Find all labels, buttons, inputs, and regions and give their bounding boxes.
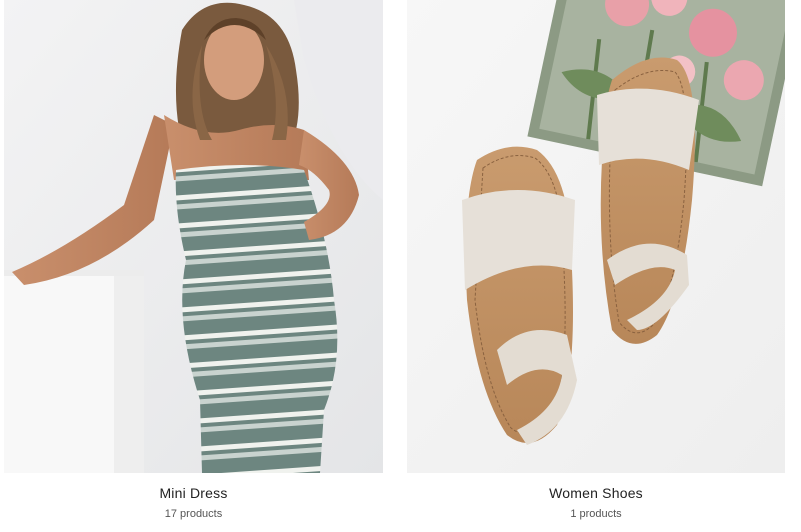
- product-count: 1 products: [570, 508, 622, 520]
- sandals-photo: [407, 0, 785, 473]
- collection-image-women-shoes[interactable]: [407, 0, 785, 473]
- collection-image-mini-dress[interactable]: [4, 0, 383, 473]
- collection-title[interactable]: Mini Dress: [4, 485, 383, 501]
- dress-photo: [4, 0, 383, 473]
- product-count: 17 products: [164, 508, 223, 520]
- collection-title[interactable]: Women Shoes: [407, 485, 785, 501]
